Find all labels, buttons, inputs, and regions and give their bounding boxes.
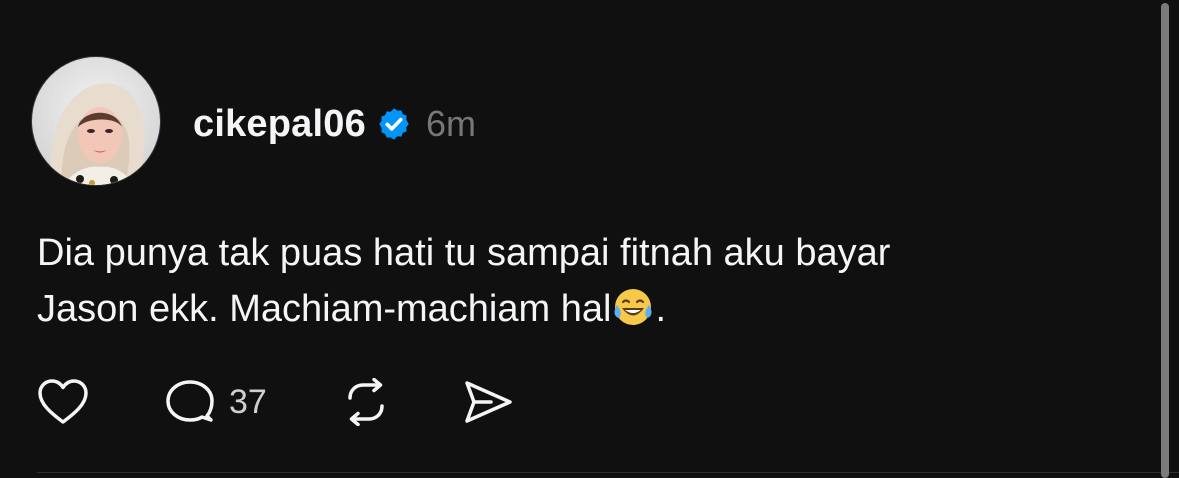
post-actions: 37 bbox=[37, 378, 513, 426]
post-text: Dia punya tak puas hati tu sampai fitnah… bbox=[37, 225, 1117, 337]
post-text-line-1: Dia punya tak puas hati tu sampai fitnah… bbox=[37, 232, 891, 274]
repost-button[interactable] bbox=[341, 378, 391, 426]
verified-badge-icon bbox=[376, 106, 412, 142]
post-time: 6m bbox=[425, 103, 476, 144]
post-divider bbox=[37, 472, 1179, 473]
comment-icon bbox=[165, 378, 215, 426]
reply-count: 37 bbox=[229, 382, 267, 421]
repost-icon bbox=[341, 378, 391, 426]
post-header: cikepal06 6m bbox=[193, 100, 476, 148]
post-text-line-2: Jason ekk. Machiam-machiam hal . bbox=[37, 281, 1117, 337]
like-button[interactable] bbox=[37, 378, 89, 426]
heart-icon bbox=[37, 378, 89, 426]
face-with-tears-of-joy-icon bbox=[611, 285, 655, 329]
post-text-line-2-main: Jason ekk. Machiam-machiam hal bbox=[37, 288, 612, 330]
post-text-line-2-end: . bbox=[655, 288, 666, 330]
reply-button[interactable]: 37 bbox=[165, 378, 267, 426]
thread-post: cikepal06 6m Dia punya tak puas hati tu … bbox=[0, 0, 1179, 478]
share-button[interactable] bbox=[463, 378, 513, 426]
scrollbar[interactable] bbox=[1161, 3, 1169, 478]
username[interactable]: cikepal06 bbox=[193, 103, 366, 146]
avatar[interactable] bbox=[31, 56, 161, 186]
share-icon bbox=[463, 378, 513, 426]
